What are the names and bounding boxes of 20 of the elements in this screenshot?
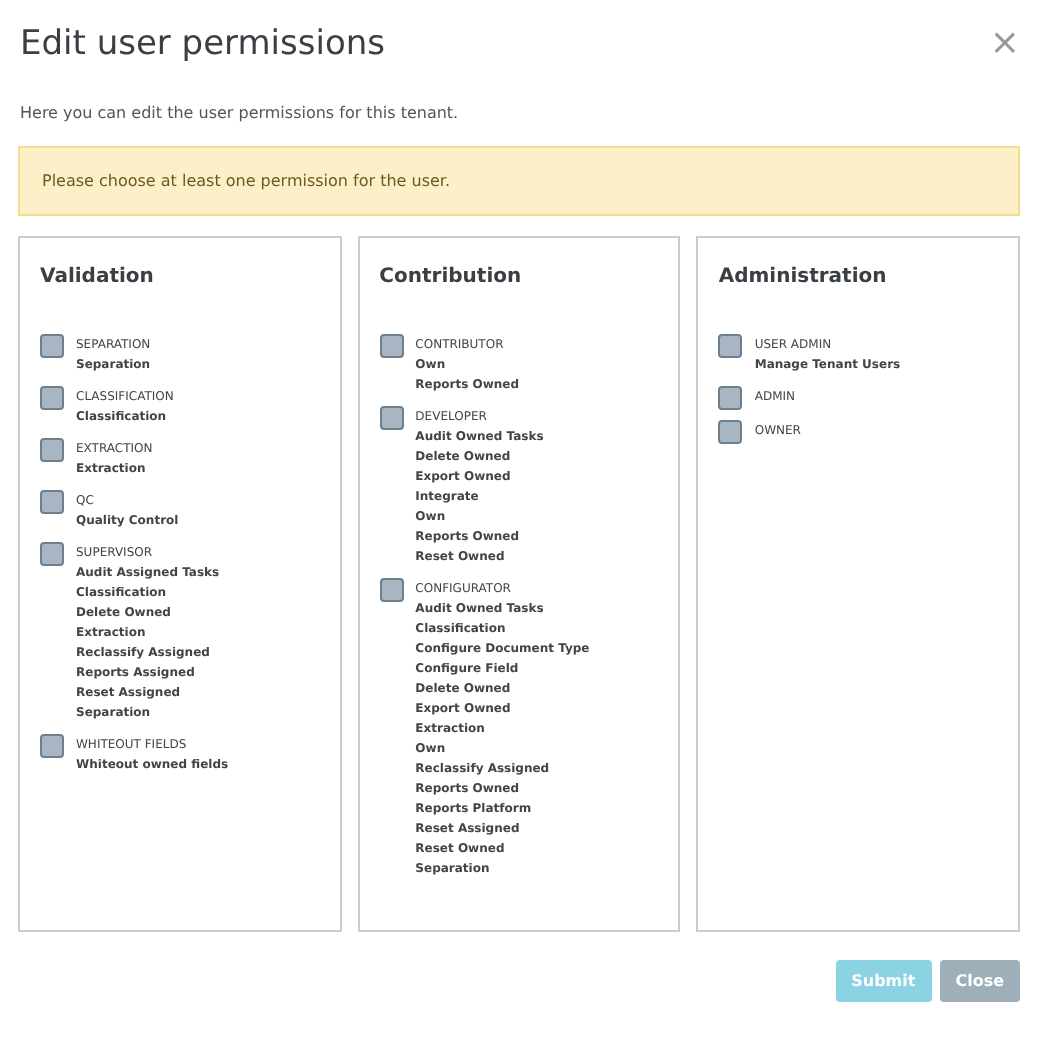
checkbox[interactable] [40, 386, 64, 410]
close-button[interactable]: Close [939, 960, 1020, 1002]
checkbox[interactable] [379, 406, 404, 430]
checkbox[interactable] [379, 334, 404, 358]
checkbox[interactable] [718, 334, 743, 358]
checkbox[interactable] [379, 578, 404, 602]
checkbox[interactable] [40, 734, 64, 758]
checkbox[interactable] [718, 386, 743, 410]
checkbox[interactable] [40, 438, 64, 462]
checkbox[interactable] [40, 542, 64, 566]
close-icon[interactable]: × [989, 26, 1020, 62]
checkbox[interactable] [718, 420, 743, 444]
checkbox[interactable] [40, 490, 64, 514]
warning-alert: Please choose at least one permission for the user. [18, 146, 1020, 216]
panel-title: Contribution [379, 266, 524, 288]
dialog-title: Edit user permissions [20, 24, 386, 64]
description-text: Here you can edit the user permissions for this tenant. [20, 104, 461, 122]
panel-title: Administration [718, 266, 889, 288]
checkbox[interactable] [40, 334, 64, 358]
panel-title: Validation [40, 266, 156, 288]
